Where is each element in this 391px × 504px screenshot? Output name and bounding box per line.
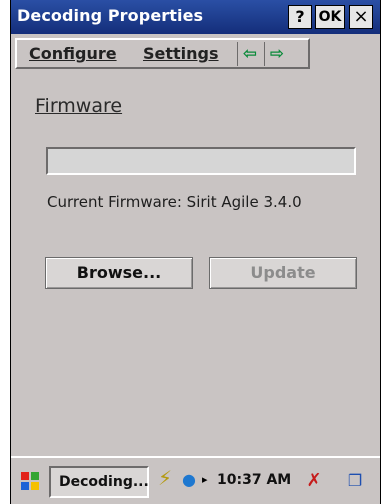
firmware-heading: Firmware	[35, 95, 123, 117]
update-button[interactable]: Update	[209, 257, 357, 289]
left-arrow-icon[interactable]: ⇦	[239, 43, 261, 65]
current-firmware-label: Current Firmware: Sirit Agile 3.4.0	[47, 193, 302, 211]
right-arrow-icon[interactable]: ⇨	[266, 43, 288, 65]
task-decoding-button[interactable]: Decoding...	[49, 466, 149, 498]
help-button[interactable]: ?	[288, 5, 312, 29]
menu-divider	[237, 42, 238, 66]
browse-button[interactable]: Browse...	[45, 257, 193, 289]
menu-bar: Configure Settings ⇦ ⇨	[15, 38, 310, 69]
app-window: Decoding Properties ? OK × Configure Set…	[10, 0, 381, 504]
system-tray: ⚡ ● ▸ 10:37 AM ✗ ❐	[154, 464, 377, 500]
menu-settings[interactable]: Settings	[143, 44, 219, 63]
tray-arrow-icon: ▸	[202, 473, 208, 486]
taskbar: Decoding... ⚡ ● ▸ 10:37 AM ✗ ❐	[11, 456, 380, 504]
window-title: Decoding Properties	[17, 6, 204, 25]
menu-divider	[264, 42, 265, 66]
title-bar: Decoding Properties ? OK ×	[11, 0, 380, 34]
power-plug-icon[interactable]: ⚡	[158, 466, 172, 490]
ok-button[interactable]: OK	[315, 5, 345, 29]
windows-start-icon[interactable]	[17, 468, 45, 496]
disconnect-icon[interactable]: ✗	[302, 471, 326, 491]
menu-configure[interactable]: Configure	[29, 44, 117, 63]
switch-window-icon[interactable]: ❐	[344, 470, 366, 492]
clock[interactable]: 10:37 AM	[217, 472, 291, 488]
firmware-progress-bar	[46, 147, 356, 175]
close-button[interactable]: ×	[349, 5, 373, 29]
network-icon[interactable]: ●	[182, 470, 196, 489]
